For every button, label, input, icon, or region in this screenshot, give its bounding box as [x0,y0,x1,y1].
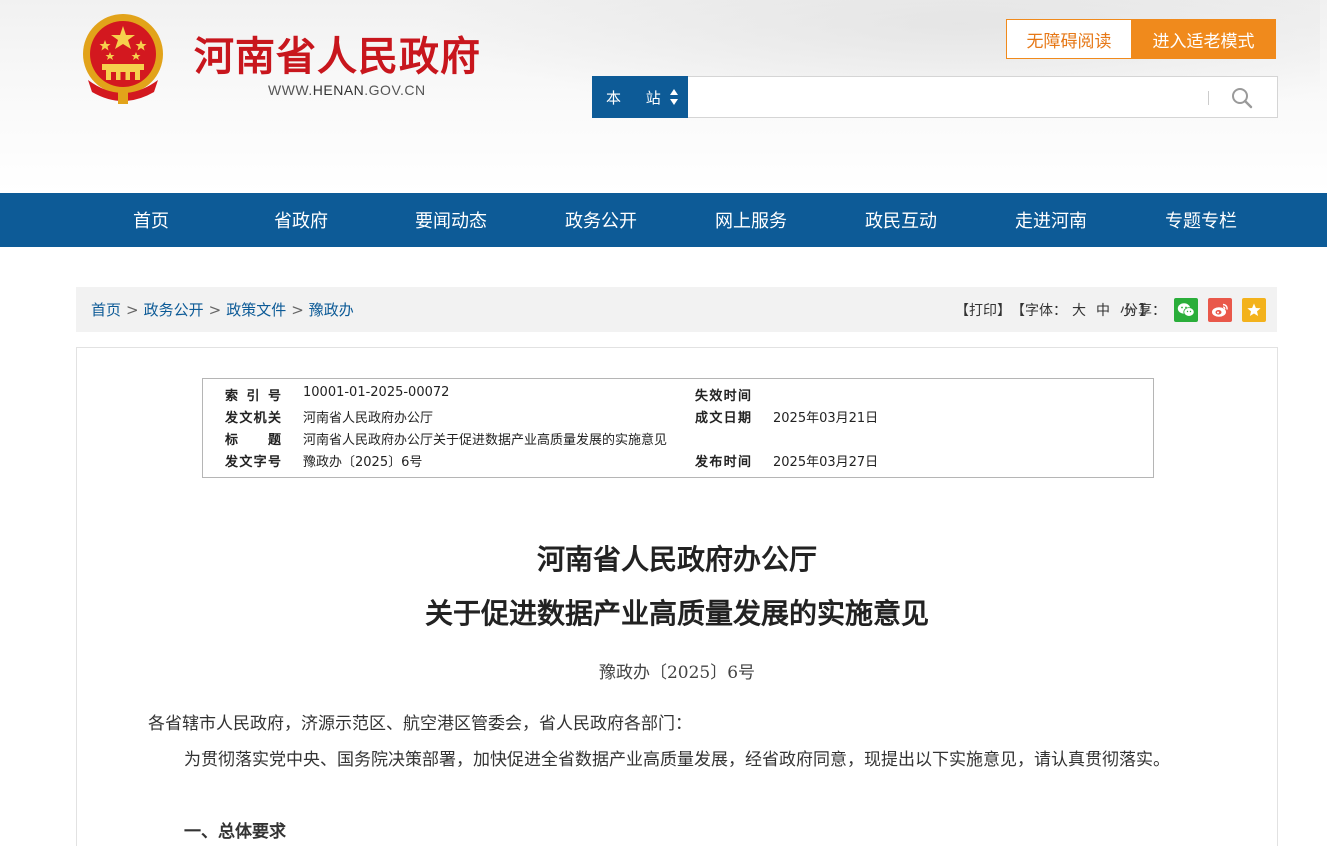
wechat-icon[interactable] [1174,298,1198,322]
meta-row: 发文字号 豫政办〔2025〕6号 发布时间 2025年03月27日 [203,451,1153,473]
meta-row: 索 引 号 10001-01-2025-00072 失效时间 [203,385,1153,407]
nav-item-interaction[interactable]: 政民互动 [826,193,976,247]
weibo-icon[interactable] [1208,298,1232,322]
meta-row: 标 题 河南省人民政府办公厅关于促进数据产业高质量发展的实施意见 [203,429,1153,451]
font-size-prefix: 【字体： [1011,302,1067,319]
article-content: 索 引 号 10001-01-2025-00072 失效时间 发文机关 河南省人… [76,347,1278,846]
meta-docno-label: 发文字号 [225,455,281,470]
meta-title-value: 河南省人民政府办公厅关于促进数据产业高质量发展的实施意见 [303,433,668,448]
meta-index-value: 10001-01-2025-00072 [303,385,450,400]
meta-title-label: 标 题 [225,433,281,448]
breadcrumb-gov-affairs[interactable]: 政务公开 [144,299,204,320]
main-nav: 首页 省政府 要闻动态 政务公开 网上服务 政民互动 走进河南 专题专栏 [0,193,1327,247]
document-meta-table: 索 引 号 10001-01-2025-00072 失效时间 发文机关 河南省人… [202,378,1154,478]
meta-issuer-value: 河南省人民政府办公厅 [303,411,434,426]
nav-item-about-henan[interactable]: 走进河南 [976,193,1126,247]
share-label: 分享： [1124,302,1166,319]
accessibility-button[interactable]: 无障碍阅读 [1006,19,1132,59]
search-input[interactable] [689,77,1199,117]
document-intro: 为贯彻落实党中央、国务院决策部署，加快促进全省数据产业高质量发展，经省政府同意，… [184,750,1170,770]
search-scope-label: 本 站 [606,88,671,107]
section-heading: 一、总体要求 [184,822,286,842]
nav-item-news[interactable]: 要闻动态 [376,193,526,247]
search-bar: 本 站 [592,76,1278,118]
meta-created-value: 2025年03月21日 [773,411,879,426]
nav-item-topics[interactable]: 专题专栏 [1126,193,1276,247]
search-divider [1208,91,1209,105]
document-title-line2: 关于促进数据产业高质量发展的实施意见 [424,597,929,630]
meta-docno-value: 豫政办〔2025〕6号 [303,455,423,470]
breadcrumb-separator: > [126,300,139,319]
nav-item-online-services[interactable]: 网上服务 [676,193,826,247]
nav-item-province-gov[interactable]: 省政府 [226,193,376,247]
breadcrumb-separator: > [208,300,222,319]
meta-published-value: 2025年03月27日 [773,455,879,470]
document-title-line1: 河南省人民政府办公厅 [536,543,817,576]
breadcrumb: 首页 > 政务公开 > 政策文件 > 豫政办 [91,287,354,332]
breadcrumb-yuzhengban[interactable]: 豫政办 [309,299,354,320]
sort-arrows-icon [670,89,678,105]
favorite-icon[interactable] [1242,298,1266,322]
search-icon[interactable] [1229,85,1255,111]
meta-issuer-label: 发文机关 [225,411,281,426]
document-number: 豫政办〔2025〕6号 [598,663,756,683]
meta-published-label: 发布时间 [695,455,751,470]
print-button[interactable]: 【打印】 [955,300,1011,320]
meta-index-label: 索 引 号 [225,389,281,404]
site-url-suffix: .GOV.CN [364,82,426,98]
font-size-medium[interactable]: 中 [1096,300,1110,320]
site-url-domain: HENAN [312,82,365,98]
meta-created-label: 成文日期 [695,411,751,426]
site-url-prefix: WWW. [268,82,313,98]
meta-expire-label: 失效时间 [695,389,751,404]
breadcrumb-home[interactable]: 首页 [91,299,121,320]
nav-item-home[interactable]: 首页 [76,193,226,247]
site-name: 河南省人民政府 [194,34,481,80]
site-header: 河南省人民政府 WWW.HENAN.GOV.CN 无障碍阅读 进入适老模式 本 … [0,0,1327,193]
meta-row: 发文机关 河南省人民政府办公厅 成文日期 2025年03月21日 [203,407,1153,429]
search-scope-select[interactable]: 本 站 [592,76,688,118]
nav-item-gov-affairs[interactable]: 政务公开 [526,193,676,247]
elder-mode-button[interactable]: 进入适老模式 [1131,19,1276,59]
breadcrumb-policy-docs[interactable]: 政策文件 [226,299,286,320]
breadcrumb-bar: 首页 > 政务公开 > 政策文件 > 豫政办 【打印】 【字体： 大 中 小 】… [76,287,1277,332]
font-size-large[interactable]: 大 [1072,300,1086,320]
breadcrumb-separator: > [291,300,304,319]
site-url: WWW.HENAN.GOV.CN [268,82,426,98]
document-salutation: 各省辖市人民政府，济源示范区、航空港区管委会，省人民政府各部门： [148,714,692,734]
national-emblem-icon [83,14,163,104]
